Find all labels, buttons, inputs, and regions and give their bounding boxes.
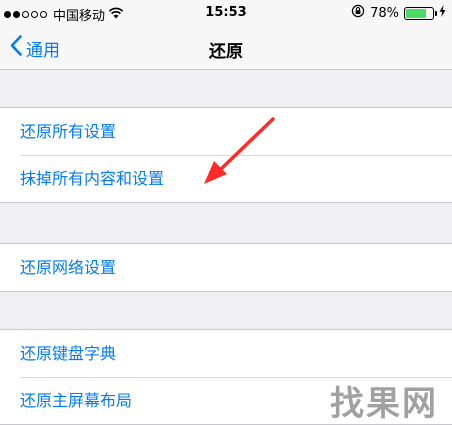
battery-level-fill <box>406 8 427 18</box>
reset-keyboard-dictionary-cell[interactable]: 还原键盘字典 <box>0 330 452 377</box>
erase-all-content-cell[interactable]: 抹掉所有内容和设置 <box>0 155 452 202</box>
reset-all-settings-cell[interactable]: 还原所有设置 <box>0 108 452 155</box>
charging-icon <box>439 5 446 21</box>
page-title: 还原 <box>209 42 243 62</box>
status-right: 78% <box>351 4 446 22</box>
battery-tip <box>435 10 437 16</box>
status-bar: 中国移动 15:53 78% <box>0 0 452 28</box>
battery-icon <box>404 6 437 20</box>
watermark-logo: 找果网 <box>330 384 438 424</box>
navigation-bar: 通用 还原 <box>0 28 452 70</box>
orientation-lock-icon <box>351 4 365 22</box>
reset-group-general: 还原所有设置 抹掉所有内容和设置 <box>0 107 452 203</box>
reset-group-network: 还原网络设置 <box>0 243 452 292</box>
battery-percent: 78% <box>370 5 399 21</box>
reset-network-settings-cell[interactable]: 还原网络设置 <box>0 244 452 291</box>
